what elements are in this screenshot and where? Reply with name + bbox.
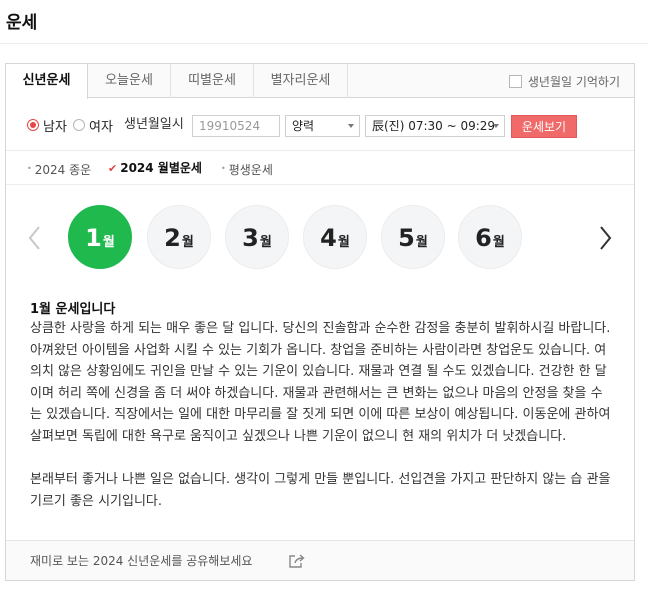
fortune-title: 1월 운세입니다 (30, 302, 116, 317)
share-text: 재미로 보는 2024 신년운세를 공유해보세요 (30, 554, 253, 568)
fortune-paragraph-2: 본래부터 좋거나 나쁜 일은 없습니다. 생각이 그렇게 만들 뿐입니다. 선입… (30, 472, 611, 509)
gender-male-label: 남자 (43, 119, 67, 135)
month-1[interactable]: 1월 (68, 205, 132, 269)
month-number: 6 (475, 224, 492, 252)
tab-new-year[interactable]: 신년운세 (6, 64, 88, 99)
bullet-icon: • (27, 164, 32, 173)
month-unit: 월 (181, 235, 194, 250)
tab-zodiac-animal[interactable]: 띠별운세 (171, 64, 254, 98)
calendar-type-value: 양력 (292, 119, 315, 133)
share-bar: 재미로 보는 2024 신년운세를 공유해보세요 (6, 540, 634, 580)
month-selector: 1월 2월 3월 4월 5월 6월 (6, 205, 634, 271)
gender-female-option[interactable]: 여자 (73, 99, 113, 151)
month-unit: 월 (259, 235, 272, 250)
month-number: 5 (398, 224, 415, 252)
gender-male-radio[interactable] (27, 119, 39, 131)
month-number: 1 (85, 224, 102, 252)
subtab-lifetime[interactable]: • 평생운세 (221, 152, 273, 185)
fortune-card: 신년운세 오늘운세 띠별운세 별자리운세 생년월일 기억하기 남자 여자 생년월… (5, 63, 635, 581)
month-4[interactable]: 4월 (303, 205, 367, 269)
subtab-total-label: 2024 종운 (34, 163, 92, 177)
bullet-icon: • (221, 164, 226, 173)
calendar-type-select[interactable]: 양력 (285, 115, 360, 137)
birth-time-value: 辰(진) 07:30 ~ 09:29 (372, 119, 496, 133)
month-6[interactable]: 6월 (458, 205, 522, 269)
page-title: 운세 (6, 13, 38, 33)
gender-female-radio[interactable] (73, 119, 85, 131)
month-3[interactable]: 3월 (225, 205, 289, 269)
tab-today[interactable]: 오늘운세 (88, 64, 171, 98)
month-number: 3 (242, 224, 259, 252)
subtab-total[interactable]: • 2024 종운 (27, 152, 91, 185)
chevron-right-icon (600, 226, 612, 250)
month-2[interactable]: 2월 (147, 205, 211, 269)
remember-birth-label: 생년월일 기억하기 (527, 74, 620, 89)
tab-constellation[interactable]: 별자리운세 (254, 64, 348, 98)
chevron-left-icon (28, 226, 40, 250)
remember-birth-toggle[interactable]: 생년월일 기억하기 (508, 64, 620, 98)
subtab-lifetime-label: 평생운세 (228, 163, 273, 177)
next-month-button[interactable] (595, 223, 615, 253)
birth-form: 남자 여자 생년월일시 19910524 양력 辰(진) 07:30 ~ 09:… (6, 99, 634, 151)
birth-date-input[interactable]: 19910524 (192, 115, 280, 137)
title-divider (0, 43, 648, 44)
month-unit: 월 (492, 235, 505, 250)
share-icon[interactable] (288, 553, 306, 573)
chevron-down-icon (348, 124, 354, 128)
month-unit: 월 (337, 235, 350, 250)
subtab-monthly-label: 2024 월별운세 (120, 161, 202, 175)
check-icon: ✔ (108, 162, 118, 175)
sub-tab-bar: • 2024 종운 ✔ 2024 월별운세 • 평생운세 (6, 152, 634, 185)
month-number: 4 (320, 224, 337, 252)
fortune-paragraph-1: 상큼한 사랑을 하게 되는 매우 좋은 달 입니다. 당신의 진솔함과 순수한 … (30, 321, 611, 444)
chevron-down-icon (493, 124, 499, 128)
remember-birth-checkbox[interactable] (508, 74, 522, 88)
prev-month-button[interactable] (25, 223, 45, 253)
view-fortune-button[interactable]: 운세보기 (511, 115, 577, 138)
tab-bar: 신년운세 오늘운세 띠별운세 별자리운세 생년월일 기억하기 (6, 64, 634, 99)
birth-time-select[interactable]: 辰(진) 07:30 ~ 09:29 (365, 115, 505, 137)
gender-female-label: 여자 (89, 119, 113, 135)
fortune-content: 상큼한 사랑을 하게 되는 매우 좋은 달 입니다. 당신의 진솔함과 순수한 … (30, 318, 612, 512)
month-number: 2 (164, 224, 181, 252)
month-unit: 월 (102, 235, 115, 250)
subtab-monthly[interactable]: ✔ 2024 월별운세 (108, 152, 202, 185)
month-5[interactable]: 5월 (381, 205, 445, 269)
gender-male-option[interactable]: 남자 (27, 99, 67, 151)
birth-label: 생년월일시 (124, 117, 184, 132)
month-unit: 월 (415, 235, 428, 250)
